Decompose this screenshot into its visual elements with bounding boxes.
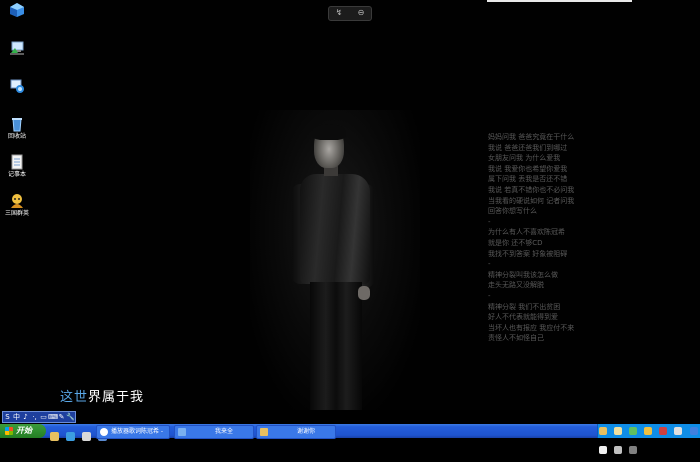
player-icon bbox=[100, 428, 108, 436]
desktop-icon-label: 记事本 bbox=[7, 171, 26, 178]
lyric-line: - bbox=[488, 291, 491, 300]
window-icon bbox=[178, 428, 186, 436]
lyric-line: 回答你想写什么 bbox=[488, 207, 537, 216]
ime-moon-icon[interactable]: ♪ bbox=[21, 412, 30, 422]
tray-app-icon[interactable] bbox=[614, 427, 623, 435]
lyric-line: 当坏人也有报应 我应付不来 bbox=[488, 323, 575, 332]
top-mini-toolbar: ↯ ⊖ bbox=[328, 6, 372, 21]
lyric-line: 精神分裂叫我该怎么做 bbox=[488, 270, 558, 279]
desktop-icon-computer[interactable] bbox=[0, 2, 37, 19]
folder-icon bbox=[260, 428, 268, 436]
desktop-show-icon[interactable] bbox=[82, 432, 92, 441]
lyric-line: 走头无路又没解脱 bbox=[488, 281, 544, 290]
ime-logo-icon[interactable]: S bbox=[3, 412, 12, 422]
lyrics-panel: 妈妈问我 爸爸究竟在干什么 我说 爸爸还爸我们到哪过 女朋友问我 为什么爱我 我… bbox=[488, 132, 598, 344]
system-tray bbox=[597, 424, 700, 454]
wallpaper-person bbox=[292, 124, 376, 410]
lyric-line: 女朋友问我 为什么爱我 bbox=[488, 154, 561, 163]
volume-icon[interactable] bbox=[629, 446, 638, 454]
tray-app-icon[interactable] bbox=[629, 427, 638, 435]
lyric-line: 为什么有人不喜欢陈冠希 bbox=[488, 228, 565, 237]
tray-app-icon[interactable] bbox=[644, 427, 653, 435]
tray-app-icon[interactable] bbox=[599, 446, 607, 454]
ie-icon bbox=[10, 79, 24, 93]
desktop-icon-recycle-bin[interactable]: 回收站 bbox=[0, 116, 37, 141]
desktop: 回收站 记事本 三国群英 ↯ ⊖ 妈妈问我 爸爸究竟在干什么 我说 爸爸还爸我们… bbox=[0, 0, 700, 410]
tray-app-icon[interactable] bbox=[689, 427, 698, 435]
lyric-line: 就是你 还不够CD bbox=[488, 238, 543, 247]
lyric-line: 责怪人不如怪自己 bbox=[488, 334, 544, 343]
desktop-lyric[interactable]: 这世界属于我 bbox=[60, 386, 144, 405]
tray-app-icon[interactable] bbox=[659, 427, 668, 435]
minimize-circle-icon[interactable]: ⊖ bbox=[356, 8, 366, 18]
ime-punctuation[interactable]: ·, bbox=[30, 412, 39, 422]
lyric-line: 妈妈问我 爸爸究竟在干什么 bbox=[488, 133, 575, 141]
recycle-bin-icon bbox=[12, 118, 22, 132]
notepad-icon bbox=[11, 154, 23, 170]
tray-app-icon[interactable] bbox=[674, 427, 683, 435]
lyric-line: - bbox=[488, 217, 491, 226]
lightning-icon[interactable]: ↯ bbox=[334, 8, 344, 18]
desktop-icon-game[interactable]: 三国群英 bbox=[0, 193, 37, 218]
task-window-2[interactable]: 我来全 bbox=[174, 425, 254, 439]
start-label: 开始 bbox=[16, 426, 32, 435]
language-bar: S 中 ♪ ·, ▭ ⌨ ✎ 🔧 bbox=[2, 411, 76, 423]
desktop-icon-label: 回收站 bbox=[7, 133, 26, 140]
folder-icon[interactable] bbox=[50, 432, 59, 441]
computer-icon bbox=[10, 3, 24, 17]
lyric-line: 我说 若真不错你也不必问我 bbox=[488, 185, 575, 194]
task-lyrics-player[interactable]: 播放器歌词陈冠希 - bbox=[96, 425, 170, 439]
desktop-lyric-sung: 这世 bbox=[60, 390, 89, 405]
ime-tool-icon[interactable]: 🔧 bbox=[66, 412, 75, 422]
desktop-icon-ie[interactable] bbox=[0, 78, 37, 95]
ime-keyboard-icon[interactable]: ⌨ bbox=[48, 412, 58, 422]
windows-flag-icon bbox=[5, 427, 13, 435]
task-window-3[interactable]: 谢谢你 bbox=[256, 425, 336, 439]
tray-app-icon[interactable] bbox=[599, 427, 607, 435]
taskbar: 开始 播放器歌词陈冠希 - 我来全 谢谢你 bbox=[0, 424, 700, 454]
lyric-line: 精神分裂 我们不出贫困 bbox=[488, 302, 561, 311]
desktop-icon-notepad[interactable]: 记事本 bbox=[0, 154, 37, 179]
lyric-line: 我说 我爱你也希望你爱我 bbox=[488, 164, 568, 173]
tray-app-icon[interactable] bbox=[614, 446, 623, 454]
ime-pen-icon[interactable]: ✎ bbox=[57, 412, 66, 422]
lyric-line: 我找不到答案 好象被阻碍 bbox=[488, 249, 568, 258]
lyric-line: 我说 爸爸还爸我们到哪过 bbox=[488, 143, 568, 152]
desktop-icon-network[interactable] bbox=[0, 40, 37, 57]
lyric-line: 当我看的硬说如何 记者问我 bbox=[488, 196, 575, 205]
desktop-lyric-unsung: 界属于我 bbox=[88, 390, 145, 405]
task-label: 我来全 bbox=[215, 428, 234, 435]
task-label-suffix: 陈冠希 - bbox=[141, 428, 164, 435]
ime-chinese-mode[interactable]: 中 bbox=[12, 412, 21, 422]
ie-quick-icon[interactable] bbox=[66, 432, 76, 441]
start-button[interactable]: 开始 bbox=[0, 424, 46, 438]
lyric-line: 属下问我 丢我是否还不错 bbox=[488, 175, 568, 184]
ime-fullwidth[interactable]: ▭ bbox=[39, 412, 48, 422]
top-window-edge bbox=[487, 0, 632, 2]
game-icon bbox=[11, 194, 23, 208]
lyric-line: 好人不代表就能得到爱 bbox=[488, 313, 558, 322]
task-label: 谢谢你 bbox=[297, 428, 316, 435]
task-label: 播放器歌词 bbox=[111, 428, 142, 435]
network-icon bbox=[10, 41, 24, 55]
desktop-icon-label: 三国群英 bbox=[4, 210, 29, 217]
lyric-line: - bbox=[488, 260, 491, 269]
